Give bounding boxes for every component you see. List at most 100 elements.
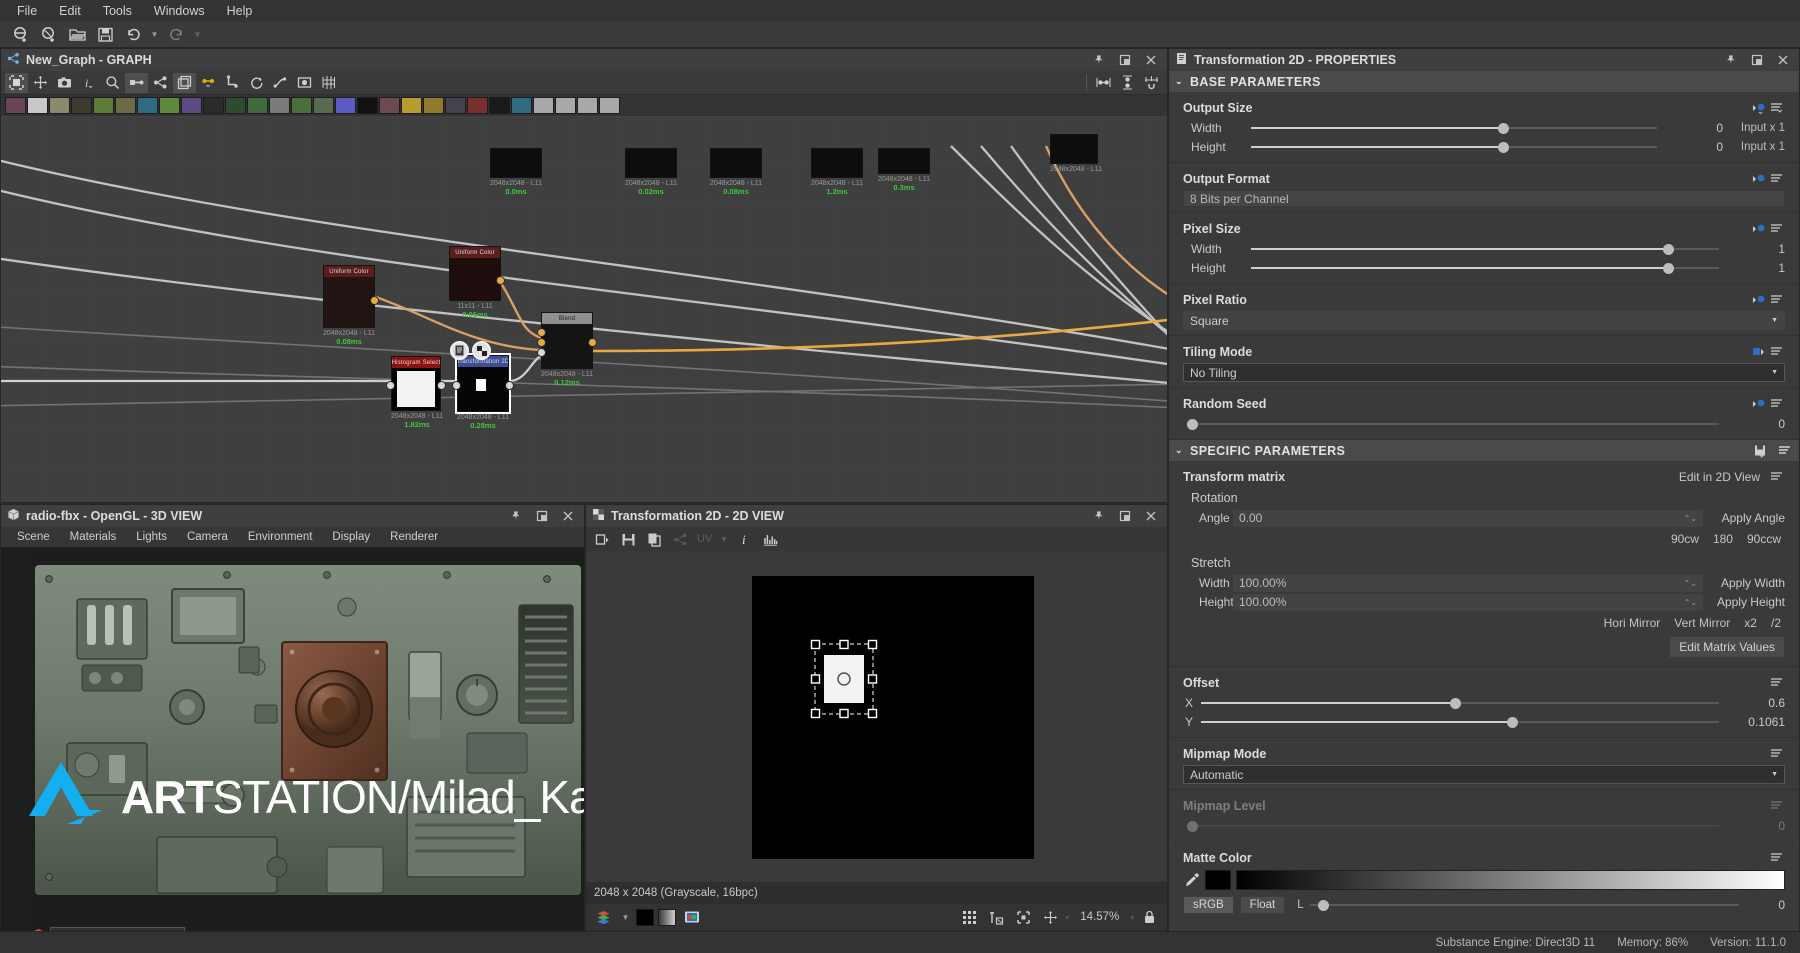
- graph-node-uniform-color-1[interactable]: Uniform Color 2048x2048 - L11 0.08ms: [323, 265, 375, 346]
- graph-node[interactable]: 2048x2048 - L11: [1050, 134, 1102, 173]
- graph-node[interactable]: 2048x2048 - L11 0.02ms: [625, 148, 677, 196]
- lib-pattern-icon[interactable]: [27, 97, 48, 114]
- menu-lights[interactable]: Lights: [126, 529, 177, 545]
- lib-bitmap-icon[interactable]: [5, 97, 26, 114]
- save-icon[interactable]: [92, 24, 118, 46]
- restore-icon[interactable]: [532, 507, 552, 525]
- black-swatch-icon[interactable]: [636, 909, 654, 926]
- stretch-height-field[interactable]: 100.00% ⌃⌄: [1233, 594, 1703, 611]
- graph-node[interactable]: 2048x2048 - L11 1.2ms: [811, 148, 863, 196]
- pin-icon[interactable]: [1089, 51, 1109, 69]
- select-tool-icon[interactable]: [5, 73, 28, 93]
- node-graph-icon[interactable]: [149, 73, 172, 93]
- info-icon[interactable]: i: [733, 529, 756, 549]
- matte-color-swatch[interactable]: [1205, 870, 1231, 890]
- lib-levels-icon[interactable]: [93, 97, 114, 114]
- move-tool-icon[interactable]: [29, 73, 52, 93]
- new-graph-icon[interactable]: [36, 24, 62, 46]
- pixel-ratio-combo[interactable]: Square ▼: [1183, 311, 1785, 330]
- expose-parameter-icon[interactable]: [1751, 344, 1768, 360]
- link-creation-icon[interactable]: [125, 73, 148, 93]
- lib-scissors-icon[interactable]: [489, 97, 510, 114]
- node-input-port[interactable]: [537, 328, 546, 337]
- graph-canvas[interactable]: 2048x2048 - L11 0.0ms 2048x2048 - L11 0.…: [1, 116, 1167, 502]
- zoom-in-icon[interactable]: ◦: [1131, 912, 1134, 922]
- graph-node-blend[interactable]: Blend 2048x2048 - L11 0.12ms: [541, 312, 593, 387]
- node-output-port[interactable]: [437, 381, 446, 390]
- lib-ellipse-icon[interactable]: [291, 97, 312, 114]
- base-parameters-header[interactable]: ⌄ BASE PARAMETERS: [1169, 71, 1799, 92]
- expose-parameter-icon[interactable]: [1751, 171, 1768, 187]
- lib-atomic2-icon[interactable]: [555, 97, 576, 114]
- menu-camera[interactable]: Camera: [177, 529, 238, 545]
- undo-dropdown-caret-icon[interactable]: ▼: [148, 24, 161, 46]
- apply-width-button[interactable]: Apply Width: [1703, 576, 1785, 590]
- graph-node-histogram-select[interactable]: Histogram Select 2048x2048 - L11 1.82ms: [391, 356, 443, 429]
- restore-icon[interactable]: [1115, 51, 1135, 69]
- node-output-port[interactable]: [588, 338, 597, 347]
- rotate-180-button[interactable]: 180: [1713, 532, 1733, 546]
- zoom-out-icon[interactable]: ◦: [1066, 912, 1069, 922]
- rotate-90cw-button[interactable]: 90cw: [1671, 532, 1699, 546]
- tiling-icon[interactable]: [985, 907, 1008, 927]
- parameter-menu-icon[interactable]: [1768, 292, 1785, 308]
- menu-environment[interactable]: Environment: [238, 529, 323, 545]
- close-icon[interactable]: [1773, 51, 1793, 69]
- navigation-icon[interactable]: [221, 73, 244, 93]
- lib-curve-icon[interactable]: [379, 97, 400, 114]
- chevron-down-icon[interactable]: ▼: [717, 528, 730, 550]
- pan-icon[interactable]: [1039, 907, 1062, 927]
- stepper-icon[interactable]: ⌃⌄: [1684, 598, 1697, 607]
- lib-warp-icon[interactable]: [115, 97, 136, 114]
- channels-icon[interactable]: [592, 907, 615, 927]
- offset-y-slider[interactable]: [1201, 714, 1719, 730]
- lib-text-icon[interactable]: [423, 97, 444, 114]
- camera-icon[interactable]: [53, 73, 76, 93]
- node-output-port[interactable]: [505, 381, 514, 390]
- edit-matrix-values-button[interactable]: Edit Matrix Values: [1669, 636, 1785, 658]
- tiling-mode-combo[interactable]: No Tiling ▼: [1183, 363, 1785, 382]
- lib-noise-icon[interactable]: [357, 97, 378, 114]
- view-3d-canvas[interactable]: sRGB (default) ▼ ARTSTATION/Milad_Kambar…: [1, 547, 584, 952]
- stepper-icon[interactable]: ⌃⌄: [1684, 579, 1697, 588]
- parameter-menu-icon[interactable]: [1776, 443, 1793, 459]
- lib-atomic4-icon[interactable]: [599, 97, 620, 114]
- parameter-menu-icon[interactable]: [1768, 396, 1785, 412]
- expose-parameter-icon[interactable]: [1751, 221, 1768, 237]
- lib-blur-icon[interactable]: [49, 97, 70, 114]
- graph-node[interactable]: 2048x2048 - L11 0.3ms: [878, 148, 930, 192]
- pixel-size-width-slider[interactable]: [1251, 241, 1719, 257]
- node-output-port[interactable]: [496, 276, 505, 285]
- copy-view-icon[interactable]: [591, 529, 614, 549]
- graph-node-uniform-color-2[interactable]: Uniform Color 11x11 - L11 0.06ms: [449, 246, 501, 319]
- zoom-icon[interactable]: [101, 73, 124, 93]
- graph-node[interactable]: 2048x2048 - L11 0.08ms: [710, 148, 762, 196]
- random-seed-slider[interactable]: [1187, 416, 1719, 432]
- menu-edit[interactable]: Edit: [48, 1, 92, 21]
- redo-icon[interactable]: [163, 24, 189, 46]
- pin-icon[interactable]: [1089, 507, 1109, 525]
- display-icon[interactable]: [680, 907, 703, 927]
- lib-tile-icon[interactable]: [203, 97, 224, 114]
- specific-parameters-header[interactable]: ⌄ SPECIFIC PARAMETERS: [1169, 440, 1799, 461]
- node-input-port[interactable]: [452, 381, 461, 390]
- menu-scene[interactable]: Scene: [7, 529, 60, 545]
- close-icon[interactable]: [1141, 51, 1161, 69]
- transform-gizmo[interactable]: [752, 576, 1034, 859]
- menu-windows[interactable]: Windows: [143, 1, 216, 21]
- node-input-port[interactable]: [537, 338, 546, 347]
- lib-normal-icon[interactable]: [137, 97, 158, 114]
- offset-x-slider[interactable]: [1201, 695, 1719, 711]
- lib-node-icon[interactable]: [269, 97, 290, 114]
- close-icon[interactable]: [1141, 507, 1161, 525]
- vert-mirror-button[interactable]: Vert Mirror: [1674, 616, 1730, 630]
- bitmap-icon[interactable]: [293, 73, 316, 93]
- fit-icon[interactable]: [1012, 907, 1035, 927]
- stretch-width-field[interactable]: 100.00% ⌃⌄: [1233, 575, 1703, 592]
- menu-materials[interactable]: Materials: [60, 529, 127, 545]
- undo-icon[interactable]: [120, 24, 146, 46]
- menu-help[interactable]: Help: [216, 1, 264, 21]
- curve-icon[interactable]: [269, 73, 292, 93]
- grid-icon[interactable]: [317, 73, 340, 93]
- parameter-menu-icon[interactable]: [1768, 746, 1785, 762]
